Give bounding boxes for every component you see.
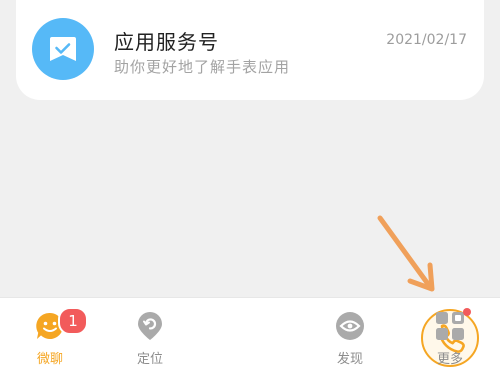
location-icon [134,310,166,342]
tab-label-location: 定位 [136,352,163,367]
bottom-tab-bar: 1 微聊 定位 发现 更多 [0,297,500,376]
tab-discover[interactable]: 发现 [300,298,400,376]
more-grid-icon [434,310,466,342]
discover-icon [334,310,366,342]
tab-label-discover: 发现 [336,352,363,367]
notification-dot [463,308,471,316]
tab-label-chat: 微聊 [36,352,63,367]
tab-location[interactable]: 定位 [100,298,200,376]
tab-call[interactable] [200,298,479,376]
unread-badge: 1 [58,307,88,335]
tab-label-more: 更多 [436,352,463,367]
tab-more[interactable]: 更多 [400,298,500,376]
tab-chat[interactable]: 1 微聊 [0,298,100,376]
